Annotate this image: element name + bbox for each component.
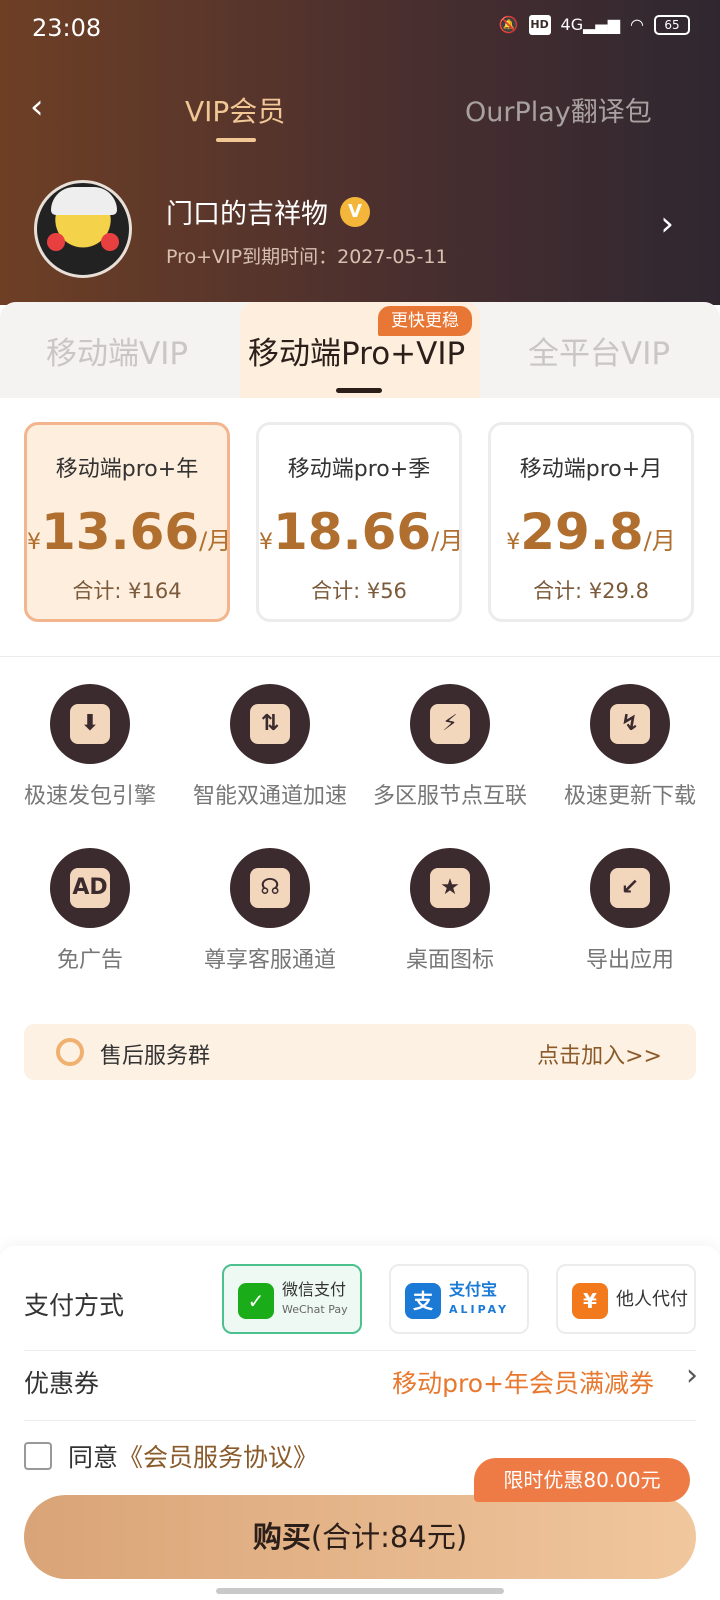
agreement-checkbox[interactable] (24, 1442, 52, 1470)
plan-price: ¥18.66/月 (259, 503, 464, 561)
dual-channel-icon: ⇅ (230, 684, 310, 764)
chevron-right-icon[interactable]: › (660, 204, 674, 244)
aftersale-group-bar[interactable]: 售后服务群 点击加入>> (24, 1024, 696, 1080)
avatar (34, 180, 132, 278)
vip-expiry: Pro+VIP到期时间：2027-05-11 (166, 246, 448, 268)
tier-tabs: 移动端VIP 移动端Pro+VIP 全平台VIP (0, 302, 720, 398)
headset-icon: ☊ (230, 848, 310, 928)
aftersale-label: 售后服务群 (100, 1044, 211, 1069)
divider (24, 1350, 696, 1351)
agreement-text: 同意《会员服务协议》 (68, 1443, 319, 1472)
mute-bell-icon: 🔕 (498, 15, 519, 34)
alipay-icon: 支 (405, 1283, 441, 1319)
feature-dual-channel[interactable]: ⇅ 智能双通道加速 (180, 684, 360, 810)
header: 23:08 🔕 HD 4G▂▄▆ ◠ 65 ‹ VIP会员 OurPlay翻译包… (0, 0, 720, 305)
profile-card[interactable]: 门口的吉祥物 V Pro+VIP到期时间：2027-05-11 › (0, 180, 720, 280)
status-time: 23:08 (32, 14, 102, 42)
plan-total: 合计: ¥164 (72, 579, 182, 603)
plan-card-year[interactable]: 移动端pro+年 ¥13.66/月 合计: ¥164 (24, 422, 232, 622)
update-download-icon: ↯ (590, 684, 670, 764)
feature-boost-engine[interactable]: ⬇ 极速发包引擎 (0, 684, 180, 810)
home-indicator[interactable] (216, 1588, 504, 1594)
pay-option-wechat[interactable]: ✓ 微信支付 WeChat Pay (222, 1264, 362, 1334)
pay-option-other[interactable]: ¥ 他人代付 (556, 1264, 696, 1334)
payment-method-label: 支付方式 (24, 1291, 125, 1320)
plan-name: 移动端pro+月 (519, 457, 663, 482)
tab-active-indicator (336, 388, 382, 393)
plan-list: 移动端pro+年 ¥13.66/月 合计: ¥164 移动端pro+季 ¥18.… (0, 422, 720, 622)
feature-customer-service[interactable]: ☊ 尊享客服通道 (180, 848, 360, 974)
feature-fast-update[interactable]: ↯ 极速更新下载 (540, 684, 720, 810)
node-link-icon: ⚡ (410, 684, 490, 764)
feature-export-app[interactable]: ↙ 导出应用 (540, 848, 720, 974)
plan-price: ¥13.66/月 (27, 503, 232, 561)
tab-mobile-vip[interactable]: 移动端VIP (46, 328, 188, 373)
tab-all-platform-vip[interactable]: 全平台VIP (528, 328, 670, 373)
status-bar: 23:08 🔕 HD 4G▂▄▆ ◠ 65 (0, 0, 720, 56)
wifi-icon: ◠ (630, 15, 644, 34)
tab-translate-pack[interactable]: OurPlay翻译包 (465, 90, 652, 129)
plan-name: 移动端pro+季 (287, 457, 431, 482)
plan-total: 合计: ¥29.8 (533, 579, 649, 603)
plan-card-season[interactable]: 移动端pro+季 ¥18.66/月 合计: ¥56 (256, 422, 464, 622)
feature-node-link[interactable]: ⚡ 多区服节点互联 (360, 684, 540, 810)
coupon-value[interactable]: 移动pro+年会员满减券 (392, 1364, 654, 1400)
feature-desktop-icon[interactable]: ★ 桌面图标 (360, 848, 540, 974)
promo-badge: 限时优惠80.00元 (474, 1458, 690, 1502)
no-ads-icon: AD (50, 848, 130, 928)
pay-option-alipay[interactable]: 支 支付宝 ALIPAY (389, 1264, 529, 1334)
plan-name: 移动端pro+年 (55, 457, 199, 482)
coupon-label: 优惠券 (24, 1369, 100, 1398)
wechat-pay-icon: ✓ (238, 1283, 274, 1319)
vip-badge-icon: V (340, 197, 370, 227)
top-nav: ‹ VIP会员 OurPlay翻译包 (0, 80, 720, 150)
faster-badge: 更快更稳 (378, 306, 472, 336)
back-arrow-icon[interactable]: ‹ (30, 90, 60, 124)
plan-card-month[interactable]: 移动端pro+月 ¥29.8/月 合计: ¥29.8 (488, 422, 694, 622)
join-group-link[interactable]: 点击加入>> (537, 1038, 662, 1070)
download-boost-icon: ⬇ (50, 684, 130, 764)
tab-vip-indicator (216, 138, 256, 142)
headset-icon (56, 1038, 84, 1066)
status-icons: 🔕 HD 4G▂▄▆ ◠ 65 (499, 14, 690, 36)
feature-no-ads[interactable]: AD 免广告 (0, 848, 180, 974)
buy-button[interactable]: 购买(合计:84元) (24, 1495, 696, 1579)
star-icon: ★ (410, 848, 490, 928)
username: 门口的吉祥物 (166, 199, 328, 230)
cellular-signal-icon: 4G▂▄▆ (560, 15, 621, 34)
divider (24, 1420, 696, 1421)
plan-total: 合计: ¥56 (311, 579, 407, 603)
tab-vip[interactable]: VIP会员 (185, 90, 285, 130)
hd-icon: HD (528, 15, 551, 35)
plan-price: ¥29.8/月 (506, 503, 676, 561)
proxy-pay-icon: ¥ (572, 1283, 608, 1319)
export-folder-icon: ↙ (590, 848, 670, 928)
chevron-right-icon[interactable]: › (686, 1358, 698, 1393)
divider (0, 656, 720, 657)
agreement-link[interactable]: 《会员服务协议》 (118, 1443, 318, 1472)
battery-icon: 65 (654, 15, 690, 35)
